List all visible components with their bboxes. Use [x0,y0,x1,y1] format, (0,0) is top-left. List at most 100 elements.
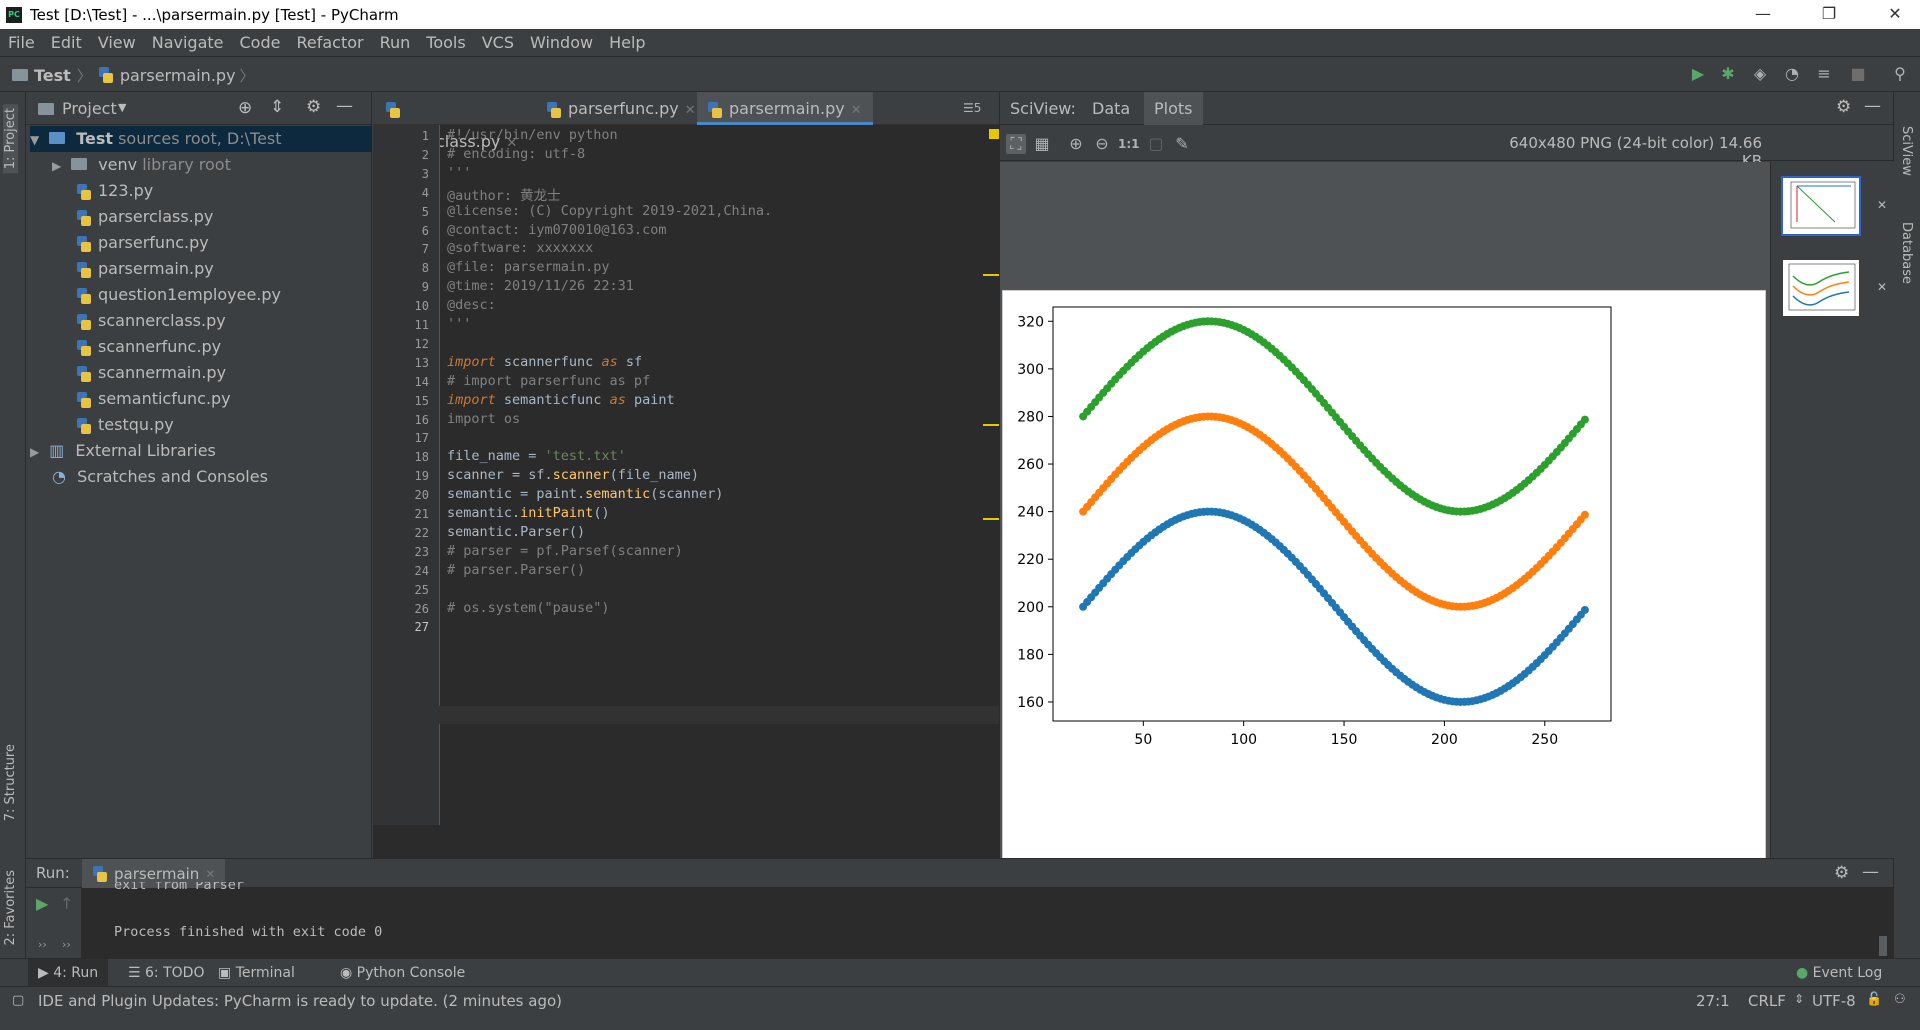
tree-file[interactable]: parserclass.py [76,204,213,230]
hide-panel-icon[interactable]: — [336,96,353,116]
zoom-in-icon[interactable]: ⊕ [1066,134,1086,154]
scroll-up-icon[interactable]: ↑ [60,894,73,913]
close-window-button[interactable]: ✕ [1872,0,1918,29]
tab-parsermain[interactable]: parsermain.py ✕ [697,92,873,125]
search-icon[interactable]: ⚲ [1890,64,1910,84]
menu-code[interactable]: Code [232,33,289,52]
coverage-icon[interactable]: ◈ [1750,64,1770,84]
code-token: @time: 2019/11/26 22:31 [447,278,634,295]
menu-help[interactable]: Help [601,33,653,52]
code-line: scanner = sf.scanner(file_name) [447,467,699,483]
tab-project[interactable]: 1: Project [3,104,18,174]
file-encoding[interactable]: UTF-8 [1812,992,1856,1010]
collapse-all-icon[interactable]: ⇕ [270,97,284,117]
menu-vcs[interactable]: VCS [474,33,522,52]
tab-favorites[interactable]: 2: Favorites [3,870,18,946]
debug-icon[interactable]: ✱ [1718,64,1738,84]
warning-indicator-icon[interactable] [989,129,999,139]
warning-marker[interactable] [983,518,999,520]
breadcrumb-file[interactable]: parsermain.py [120,66,236,85]
code-token: () [593,505,610,521]
tab-data[interactable]: Data [1082,92,1140,125]
inspector-icon[interactable]: ⚇ [1894,992,1906,1007]
tab-python-console[interactable]: ◉ Python Console [340,959,465,987]
locate-icon[interactable]: ⊕ [238,98,252,118]
status-message[interactable]: IDE and Plugin Updates: PyCharm is ready… [38,992,562,1010]
tab-run[interactable]: ▶ 4: Run [28,959,109,987]
chevron-down-icon[interactable]: ▼ [118,101,126,114]
tree-file[interactable]: question1employee.py [76,282,281,308]
event-log[interactable]: ● Event Log [1796,959,1882,987]
tab-parserfunc[interactable]: parserfunc.py ✕ [536,92,696,125]
tab-structure[interactable]: 7: Structure [3,744,18,821]
tree-file[interactable]: testqu.py [76,412,174,438]
console-scrollbar[interactable] [1879,936,1887,956]
zoom-out-icon[interactable]: ⊖ [1092,134,1112,154]
close-icon[interactable]: ✕ [205,867,215,881]
more-icon[interactable]: ›› [62,938,71,951]
more-icon[interactable]: ›› [38,938,47,951]
rerun-icon[interactable]: ▶ [36,894,48,913]
tree-external-libraries[interactable]: ▶ ▥ External Libraries [30,438,216,464]
tree-root[interactable]: ▼ Test sources root, D:\Test [30,126,372,152]
tree-scratches[interactable]: ◔ Scratches and Consoles [52,464,268,490]
tab-database[interactable]: Database [1899,222,1914,284]
menu-view[interactable]: View [90,33,144,52]
tree-file[interactable]: 123.py [76,178,153,204]
menu-navigate[interactable]: Navigate [144,33,232,52]
restore-button[interactable]: ❐ [1806,0,1852,29]
plot-thumbnail[interactable] [1781,258,1861,318]
minimize-button[interactable]: — [1740,0,1786,29]
menu-window[interactable]: Window [522,33,601,52]
tab-todo[interactable]: ☰ 6: TODO [128,959,204,987]
python-file-icon [76,235,92,252]
line-separator[interactable]: CRLF [1748,992,1786,1010]
tree-file[interactable]: scannerfunc.py [76,334,221,360]
gear-icon[interactable]: ⚙ [1834,863,1849,883]
lock-icon[interactable]: 🔓 [1866,992,1882,1007]
hide-panel-icon[interactable]: — [1862,862,1879,882]
concurrency-icon[interactable]: ≡ [1814,64,1834,84]
actual-size-icon[interactable]: 1:1 [1118,134,1140,154]
tree-file[interactable]: parserfunc.py [76,230,209,256]
color-picker-icon[interactable]: ✎ [1172,134,1192,154]
tree-file[interactable]: semanticfunc.py [76,386,231,412]
menu-tools[interactable]: Tools [418,33,473,52]
close-icon[interactable]: ✕ [1877,280,1887,294]
run-icon[interactable]: ▶ [1688,64,1708,84]
profile-icon[interactable]: ◔ [1782,64,1802,84]
stop-icon[interactable]: ■ [1848,64,1868,84]
tab-terminal[interactable]: ▣ Terminal [218,959,295,987]
tab-plots[interactable]: Plots [1144,92,1203,125]
breadcrumb-project[interactable]: Test [34,66,71,85]
status-toggle-icon[interactable]: ▢ [12,993,24,1008]
code-area[interactable]: #!/usr/bin/env python # encoding: utf-8 ''… [373,125,999,825]
menu-edit[interactable]: Edit [43,33,90,52]
warning-marker[interactable] [983,274,999,276]
hide-panel-icon[interactable]: — [1864,96,1881,116]
tab-parserclass[interactable]: parserclass.py ✕ [375,92,535,151]
project-panel-title[interactable]: Project [62,99,117,118]
tab-sciview[interactable]: SciView [1899,126,1914,176]
gear-icon[interactable]: ⚙ [1836,97,1851,117]
close-icon[interactable]: ✕ [685,103,696,118]
gear-icon[interactable]: ⚙ [306,97,321,117]
close-icon[interactable]: ✕ [1877,198,1887,212]
fit-to-window-icon[interactable]: ⛶ [1006,134,1026,154]
caret-position[interactable]: 27:1 [1696,992,1730,1010]
tab-list-icon[interactable]: ☰5 [963,101,981,115]
tree-file[interactable]: parsermain.py [76,256,214,282]
tree-file[interactable]: scannermain.py [76,360,226,386]
tree-venv[interactable]: ▶ venv library root [52,152,231,178]
tree-file[interactable]: scannerclass.py [76,308,226,334]
x-tick-label: 100 [1230,732,1257,748]
close-icon[interactable]: ✕ [851,103,862,118]
menu-run[interactable]: Run [372,33,419,52]
plot-thumbnail[interactable] [1781,176,1861,236]
menu-file[interactable]: File [0,33,43,52]
python-file-icon [76,183,92,200]
background-icon[interactable]: ▢ [1146,134,1166,154]
warning-marker[interactable] [983,424,999,426]
menu-refactor[interactable]: Refactor [288,33,371,52]
grid-icon[interactable]: ▦ [1032,134,1052,154]
